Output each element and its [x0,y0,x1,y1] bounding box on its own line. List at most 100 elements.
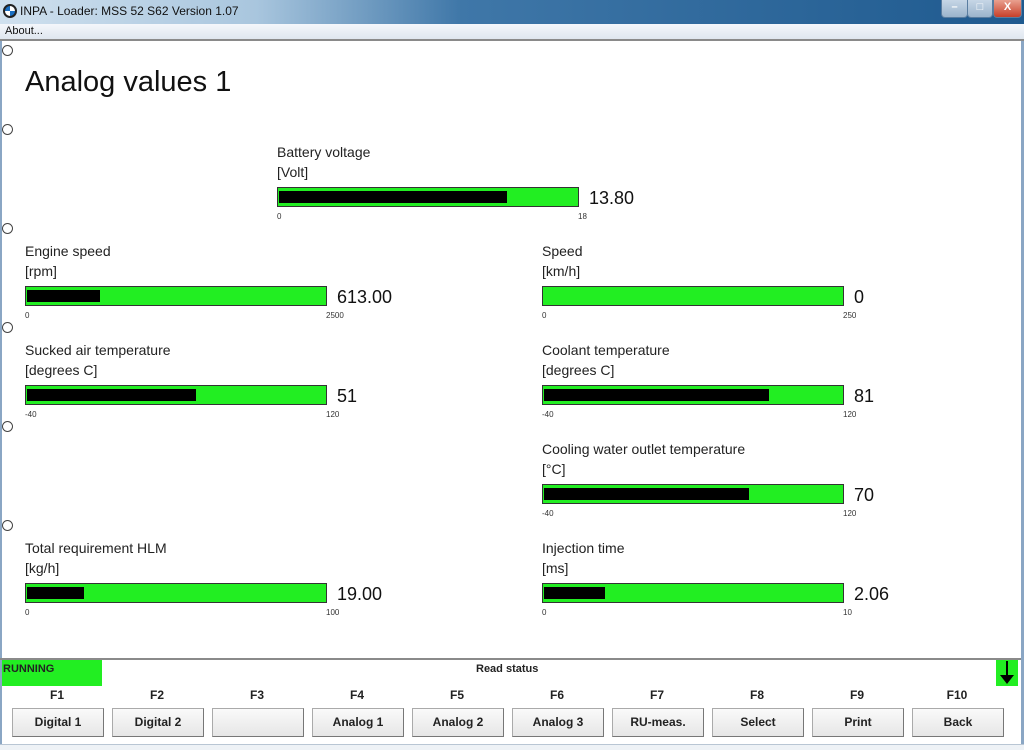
inpa-window: INPA - Loader: MSS 52 S62 Version 1.07 –… [0,0,1024,750]
gauge-unit: [kg/h] [25,560,60,576]
ring-hole-icon [2,223,13,234]
fkey-label-f2: F2 [149,688,164,702]
gauge-unit: [ms] [542,560,569,576]
gauge-bar [277,187,579,207]
f5-analog-2-button[interactable]: Analog 2 [412,708,504,737]
maximize-button[interactable]: □ [967,0,993,18]
read-status-text: Read status [476,663,539,675]
fkey-label-f4: F4 [349,688,364,702]
gauge-value: 13.80 [589,188,635,208]
gauge-unit: [km/h] [542,263,581,279]
f1-digital-1-button[interactable]: Digital 1 [12,708,104,737]
gauge-max: 120 [843,410,857,419]
gauge-battery-voltage: Battery voltage [Volt] 13.80 0 18 [277,144,657,224]
gauge-fill [27,290,100,302]
gauge-bar [25,583,327,603]
title-bar[interactable]: INPA - Loader: MSS 52 S62 Version 1.07 –… [0,0,1024,24]
fkey-label-f5: F5 [449,688,464,702]
gauge-fill [279,191,507,203]
ring-hole-icon [2,322,13,333]
gauge-max: 100 [326,608,340,617]
gauge-bar [542,583,844,603]
menu-item-about[interactable]: About... [5,25,43,37]
ring-hole-icon [2,421,13,432]
f6-analog-3-button[interactable]: Analog 3 [512,708,604,737]
gauge-injection-time: Injection time [ms] 2.06 0 10 [542,540,922,620]
f7-ru-meas-button[interactable]: RU-meas. [612,708,704,737]
gauge-max: 2500 [326,311,344,320]
gauge-unit: [degrees C] [542,362,615,378]
gauge-label: Sucked air temperature [25,342,171,358]
f2-digital-2-button[interactable]: Digital 2 [112,708,204,737]
gauge-bar [542,484,844,504]
f9-print-button[interactable]: Print [812,708,904,737]
close-button[interactable]: X [993,0,1022,18]
gauge-label: Cooling water outlet temperature [542,441,746,457]
gauge-max: 10 [843,608,852,617]
gauge-total-requirement-hlm: Total requirement HLM [kg/h] 19.00 0 100 [25,540,405,620]
gauge-min: 0 [542,311,547,320]
gauge-speed: Speed [km/h] 0 0 250 [542,243,922,323]
gauge-label: Speed [542,243,583,259]
gauge-label: Engine speed [25,243,111,259]
gauge-value: 2.06 [854,584,890,604]
running-status-badge: RUNNING [2,660,102,686]
gauge-min: 0 [25,311,30,320]
bmw-logo-icon [3,4,17,18]
page-title: Analog values 1 [25,66,232,98]
gauge-label: Battery voltage [277,144,371,160]
close-icon: X [1003,1,1012,13]
f3-button[interactable] [212,708,304,737]
f4-analog-1-button[interactable]: Analog 1 [312,708,404,737]
gauge-unit: [Volt] [277,164,309,180]
minimize-icon: – [951,1,958,13]
gauge-fill [544,587,605,599]
gauge-max: 120 [843,509,857,518]
gauge-fill [27,587,84,599]
gauge-label: Coolant temperature [542,342,670,358]
gauge-value: 81 [854,386,875,406]
ring-hole-icon [2,124,13,135]
gauge-fill [27,389,196,401]
fkey-label-f6: F6 [549,688,564,702]
gauge-max: 120 [326,410,340,419]
gauge-max: 18 [578,212,587,221]
gauge-fill [544,488,749,500]
status-divider [0,658,1021,660]
gauge-value: 51 [337,386,358,406]
gauge-min: -40 [25,410,37,419]
scroll-down-button[interactable] [996,660,1018,686]
gauge-min: -40 [542,410,554,419]
fkey-label-f1: F1 [49,688,64,702]
gauge-label: Injection time [542,540,625,556]
gauge-min: 0 [277,212,282,221]
ring-hole-icon [2,45,13,56]
minimize-button[interactable]: – [941,0,968,18]
window-title: INPA - Loader: MSS 52 S62 Version 1.07 [20,4,239,18]
gauge-value: 613.00 [337,287,393,307]
fkey-label-f8: F8 [749,688,764,702]
ring-hole-icon [2,520,13,531]
gauge-max: 250 [843,311,857,320]
gauge-value: 19.00 [337,584,383,604]
gauge-min: 0 [542,608,547,617]
fkey-label-f3: F3 [249,688,264,702]
window-bottom-border [0,744,1024,750]
gauge-min: 0 [25,608,30,617]
gauge-unit: [°C] [542,461,566,477]
gauge-bar [25,286,327,306]
gauge-engine-speed: Engine speed [rpm] 613.00 0 2500 [25,243,405,323]
f10-back-button[interactable]: Back [912,708,1004,737]
window-left-border [0,41,2,750]
menu-bar: About... [0,24,1024,41]
gauge-value: 70 [854,485,875,505]
gauge-fill [544,389,769,401]
fkey-label-f10: F10 [946,688,968,702]
fkey-label-f7: F7 [649,688,664,702]
gauge-sucked-air-temperature: Sucked air temperature [degrees C] 51 -4… [25,342,405,422]
gauge-unit: [rpm] [25,263,57,279]
gauge-value: 0 [854,287,865,307]
f8-select-button[interactable]: Select [712,708,804,737]
gauge-bar [542,286,844,306]
gauge-coolant-temperature: Coolant temperature [degrees C] 81 -40 1… [542,342,922,422]
